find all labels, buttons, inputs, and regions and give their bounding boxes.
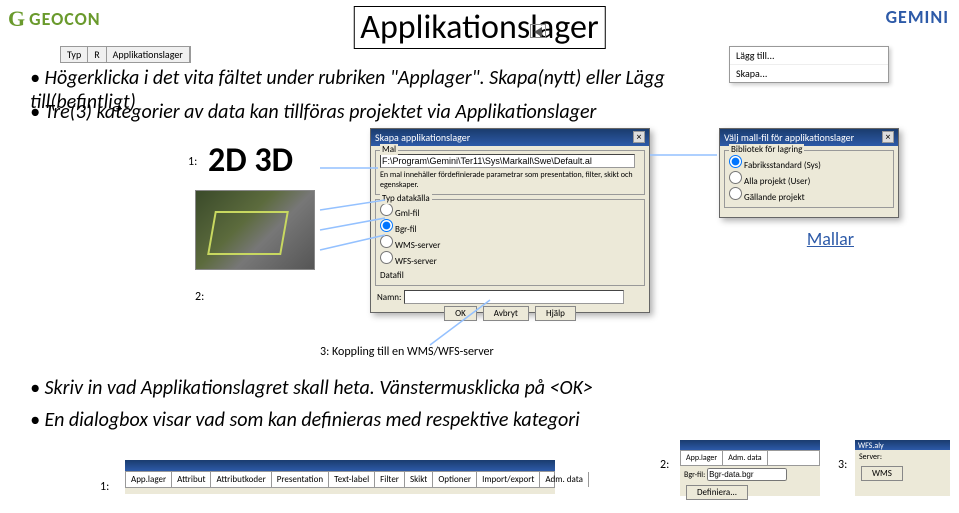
tab[interactable]: Skikt (405, 472, 433, 487)
menu-item-skapa[interactable]: Skapa... (730, 65, 888, 82)
menu-item-lagg-till[interactable]: Lägg till... (730, 47, 888, 65)
namn-input[interactable] (404, 290, 624, 304)
hjalp-button[interactable]: Hjälp (535, 306, 576, 321)
tab[interactable]: Attributkoder (211, 472, 271, 487)
header-col-r: R (88, 47, 106, 62)
thumb-category-3: WFS.aly Server: WMS (855, 440, 950, 496)
mal-path-input[interactable] (380, 154, 635, 168)
bullet-2: Tre(3) kategorier av data kan tillföras … (30, 100, 750, 124)
header-col-applager: Applikationslager (107, 47, 190, 62)
close-icon[interactable]: × (882, 131, 894, 143)
tab[interactable]: Filter (375, 472, 405, 487)
avbryt-button[interactable]: Avbryt (483, 306, 529, 321)
marker-bottom-1: 1: (100, 480, 109, 494)
radio-bgr[interactable]: Bgr-fil (380, 219, 640, 235)
marker-bottom-3: 3: (838, 458, 847, 472)
ok-button[interactable]: OK (444, 306, 477, 321)
tab[interactable]: Text-label (329, 472, 375, 487)
radio-projekt[interactable]: Gällande projekt (729, 187, 889, 203)
tab[interactable]: Presentation (272, 472, 329, 487)
header-col-typ: Typ (61, 47, 88, 62)
dialog1-titlebar: Skapa applikationslager × (371, 129, 649, 146)
aerial-image (195, 190, 315, 270)
text-2d-3d: 2D 3D (208, 140, 293, 181)
slide-title: Applikationslager (353, 6, 605, 49)
radio-wfs[interactable]: WFS-server (380, 251, 640, 267)
logo-gemini: GEMINI (886, 6, 949, 28)
tab[interactable]: Import/export (477, 472, 540, 487)
close-icon[interactable]: × (633, 131, 645, 143)
tab[interactable]: App.lager (126, 472, 172, 487)
radio-user[interactable]: Alla projekt (User) (729, 171, 889, 187)
context-menu: Lägg till... Skapa... (729, 46, 889, 83)
marker-3-caption: 3: Koppling till en WMS/WFS-server (320, 345, 494, 359)
logo-geocon: G GEOCON (8, 6, 101, 32)
tab[interactable]: Optioner (433, 472, 477, 487)
tab[interactable]: App.lager (681, 451, 723, 465)
back-triangle-icon (530, 24, 546, 38)
tab[interactable]: Adm. data (723, 451, 767, 465)
radio-sys[interactable]: Fabriksstandard (Sys) (729, 155, 889, 171)
dialog-skapa-applikationslager: Skapa applikationslager × Mal En mal inn… (370, 128, 650, 313)
marker-bottom-2: 2: (660, 458, 669, 472)
marker-1: 1: (188, 155, 197, 169)
definiera-button[interactable]: Definiera... (686, 485, 748, 500)
tab[interactable]: Attribut (172, 472, 211, 487)
bgr-fil-input[interactable] (707, 468, 787, 481)
bullet-4: En dialogbox visar vad som kan definiera… (30, 408, 750, 432)
header-columns: Typ R Applikationslager (60, 46, 191, 63)
tabs-row: App.lager Attribut Attributkoder Present… (125, 471, 555, 488)
dialog-valj-mall: Välj mall-fil för applikationslager × Bi… (719, 128, 899, 218)
thumb-category-1: App.lager Attribut Attributkoder Present… (125, 460, 555, 494)
tab[interactable]: Adm. data (540, 472, 589, 487)
mallar-link[interactable]: Mallar (807, 228, 854, 250)
wms-button[interactable]: WMS (861, 466, 903, 481)
marker-2: 2: (195, 290, 204, 304)
bullet-3: Skriv in vad Applikationslagret skall he… (30, 376, 750, 400)
logo-text: GEOCON (29, 8, 101, 30)
logo-mark: G (8, 6, 25, 32)
radio-gml[interactable]: Gml-fil (380, 203, 640, 219)
thumb-category-2: App.lager Adm. data Bgr-fil: Definiera..… (680, 440, 820, 496)
radio-wms[interactable]: WMS-server (380, 235, 640, 251)
